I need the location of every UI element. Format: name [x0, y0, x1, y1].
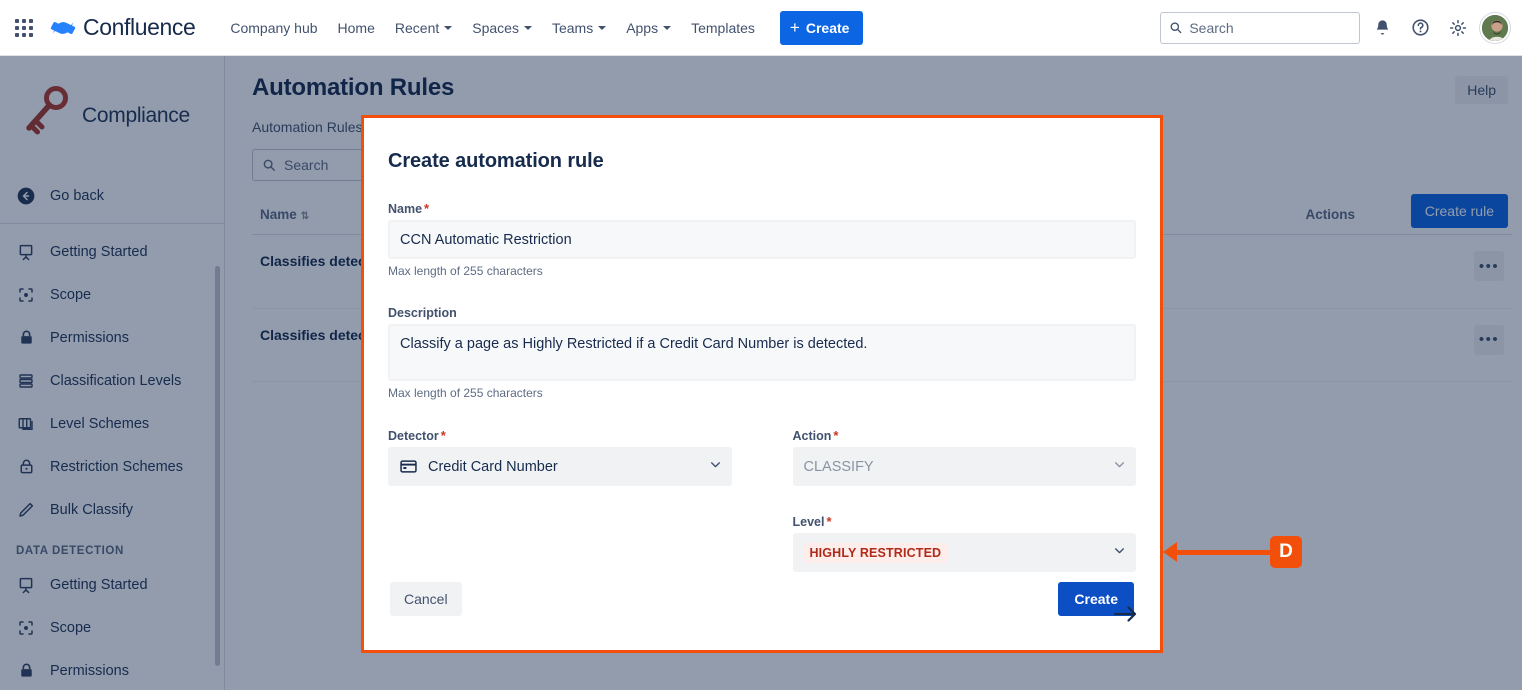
action-select: CLASSIFY	[793, 447, 1137, 486]
nav-item-templates[interactable]: Templates	[682, 13, 764, 43]
nav-item-label: Templates	[691, 20, 755, 36]
top-navigation-bar: Confluence Company hub Home Recent Space…	[0, 0, 1522, 56]
annotation-arrow-line	[1172, 550, 1276, 555]
nav-item-home[interactable]: Home	[329, 13, 384, 43]
detector-field-label: Detector*	[388, 428, 732, 443]
create-automation-rule-dialog: Create automation rule Name* Max length …	[361, 115, 1163, 653]
global-search[interactable]	[1160, 12, 1360, 44]
chevron-down-icon	[444, 26, 452, 30]
dialog-title: Create automation rule	[388, 150, 1136, 173]
credit-card-icon	[399, 457, 418, 476]
app-root: Confluence Company hub Home Recent Space…	[0, 0, 1522, 690]
chevron-down-icon	[598, 26, 606, 30]
level-badge: HIGHLY RESTRICTED	[804, 543, 948, 563]
dialog-footer: Cancel Create	[364, 582, 1160, 650]
arrow-right-glyph	[1113, 604, 1139, 624]
nav-item-label: Home	[338, 20, 375, 36]
description-textarea[interactable]	[388, 324, 1136, 381]
label-text: Detector	[388, 429, 439, 443]
plus-icon: +	[790, 19, 800, 36]
nav-menu: Company hub Home Recent Spaces Teams App…	[221, 11, 863, 45]
label-text: Description	[388, 306, 457, 320]
chevron-down-glyph	[1113, 458, 1126, 471]
chevron-down-glyph	[709, 458, 722, 471]
annotation-badge-d: D	[1270, 536, 1302, 568]
confluence-logo-text: Confluence	[83, 14, 195, 41]
avatar-image	[1482, 15, 1510, 43]
level-field-label: Level*	[793, 514, 1137, 529]
label-text: Level	[793, 515, 825, 529]
create-button[interactable]: + Create	[780, 11, 864, 45]
action-column: Action* CLASSIFY Level* HIGHLY RESTRICTE…	[793, 400, 1137, 572]
cancel-button[interactable]: Cancel	[390, 582, 462, 616]
user-avatar[interactable]	[1480, 13, 1510, 43]
name-helper-text: Max length of 255 characters	[388, 264, 1136, 278]
detector-value: Credit Card Number	[428, 459, 558, 475]
nav-item-label: Teams	[552, 20, 593, 36]
nav-item-teams[interactable]: Teams	[543, 13, 615, 43]
apps-grid-icon[interactable]	[8, 12, 40, 44]
required-asterisk: *	[441, 428, 446, 443]
required-asterisk: *	[833, 428, 838, 443]
gear-glyph	[1449, 19, 1467, 37]
label-text: Name	[388, 202, 422, 216]
question-circle-glyph	[1411, 18, 1430, 37]
nav-right-group	[1160, 12, 1522, 44]
create-button-label: Create	[806, 20, 850, 36]
description-field-label: Description	[388, 306, 1136, 320]
search-input[interactable]	[1189, 20, 1351, 36]
annotation-arrow-head	[1163, 542, 1177, 562]
flow-arrow-icon	[1095, 552, 1156, 624]
description-helper-text: Max length of 255 characters	[388, 386, 1136, 400]
chevron-down-icon	[709, 458, 722, 475]
required-asterisk: *	[826, 514, 831, 529]
label-text: Action	[793, 429, 832, 443]
notifications-bell-icon[interactable]	[1366, 12, 1398, 44]
required-asterisk: *	[424, 201, 429, 216]
bell-glyph	[1374, 19, 1391, 36]
nav-item-spaces[interactable]: Spaces	[463, 13, 541, 43]
detector-action-row: Detector* Credit Card Number	[388, 400, 1136, 572]
detector-column: Detector* Credit Card Number	[388, 400, 732, 572]
action-value: CLASSIFY	[804, 459, 874, 475]
help-icon[interactable]	[1404, 12, 1436, 44]
level-select[interactable]: HIGHLY RESTRICTED	[793, 533, 1137, 572]
nav-item-company-hub[interactable]: Company hub	[221, 13, 326, 43]
nav-item-apps[interactable]: Apps	[617, 13, 680, 43]
search-icon	[1169, 20, 1182, 35]
chevron-down-icon	[524, 26, 532, 30]
detector-select[interactable]: Credit Card Number	[388, 447, 732, 486]
settings-gear-icon[interactable]	[1442, 12, 1474, 44]
chevron-down-icon	[1113, 458, 1126, 475]
name-input[interactable]	[388, 220, 1136, 259]
nav-left-group: Confluence	[0, 12, 195, 44]
nav-item-label: Recent	[395, 20, 439, 36]
action-field-label: Action*	[793, 428, 1137, 443]
confluence-logo[interactable]: Confluence	[50, 14, 195, 41]
nav-item-recent[interactable]: Recent	[386, 13, 461, 43]
confluence-logo-icon	[50, 15, 76, 41]
nav-item-label: Apps	[626, 20, 658, 36]
name-field-label: Name*	[388, 201, 1136, 216]
chevron-down-icon	[663, 26, 671, 30]
nav-item-label: Spaces	[472, 20, 519, 36]
nav-item-label: Company hub	[230, 20, 317, 36]
